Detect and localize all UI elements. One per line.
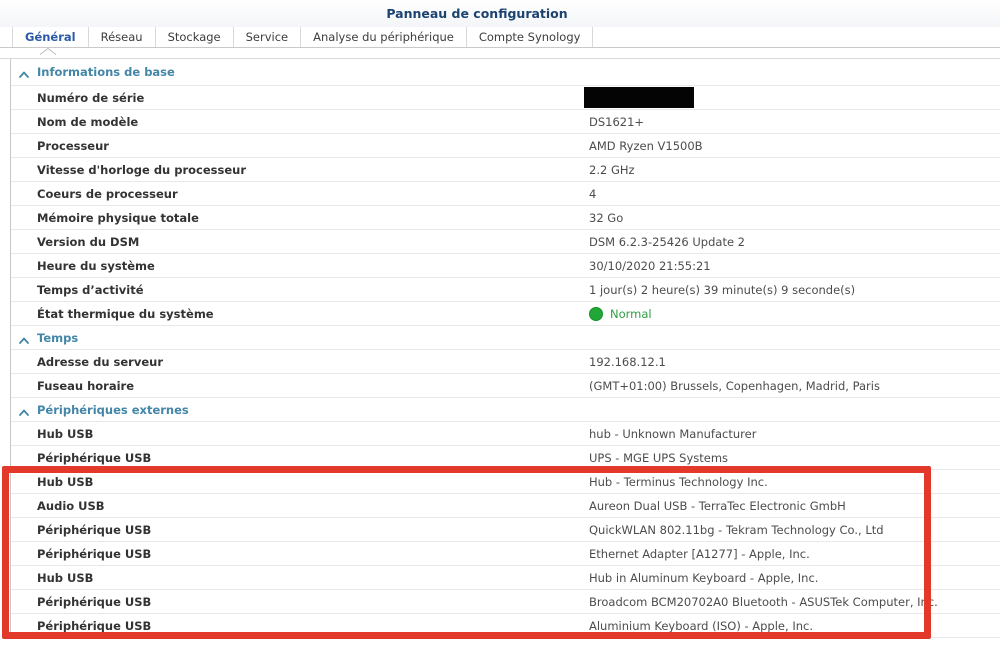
tab-service[interactable]: Service [234,27,302,47]
row-value: 192.168.12.1 [589,355,666,369]
page-title: Panneau de configuration [0,0,1000,28]
info-row: Périphérique USB UPS - MGE UPS Systems [11,446,1000,470]
info-row: Mémoire physique totale 32 Go [11,206,1000,230]
system-info-panel: Informations de base Numéro de série Nom d… [10,59,1000,638]
row-label: Mémoire physique totale [37,211,199,225]
section-title: Temps [37,331,78,345]
info-row: Hub USB Hub in Aluminum Keyboard - Apple,… [11,566,1000,590]
chevron-up-icon[interactable] [18,404,30,416]
tab-compte-synology[interactable]: Compte Synology [467,27,594,47]
row-value: Hub in Aluminum Keyboard - Apple, Inc. [589,571,818,585]
tab-analyse-du-peripherique[interactable]: Analyse du périphérique [301,27,467,47]
info-row: Hub USB hub - Unknown Manufacturer [11,422,1000,446]
info-row: Numéro de série [11,86,1000,110]
tabbar-spacer [0,48,1000,59]
chevron-up-icon[interactable] [18,332,30,344]
row-label: Numéro de série [37,91,144,105]
status-text: Normal [610,307,652,321]
row-label: Nom de modèle [37,115,138,129]
tab-stockage[interactable]: Stockage [156,27,234,47]
status-badge: Normal [589,307,652,321]
row-label: Vitesse d'horloge du processeur [37,163,246,177]
row-label: Fuseau horaire [37,379,134,393]
row-value: 4 [589,187,596,201]
row-value: hub - Unknown Manufacturer [589,427,756,441]
row-value: 32 Go [589,211,623,225]
row-value: (GMT+01:00) Brussels, Copenhagen, Madrid… [589,379,880,393]
row-label: Périphérique USB [37,547,151,561]
active-tab-notch-icon [39,48,57,55]
row-label: Version du DSM [37,235,139,249]
row-label: Heure du système [37,259,155,273]
row-label: Hub USB [37,427,93,441]
info-row: Vitesse d'horloge du processeur 2.2 GHz [11,158,1000,182]
row-value: Aureon Dual USB - TerraTec Electronic Gm… [589,499,846,513]
row-value: Ethernet Adapter [A1277] - Apple, Inc. [589,547,810,561]
row-label: Temps d’activité [37,283,144,297]
redacted-serial-number [584,87,694,108]
info-row: Version du DSM DSM 6.2.3-25426 Update 2 [11,230,1000,254]
row-value: DS1621+ [589,115,644,129]
row-label: Adresse du serveur [37,355,163,369]
row-label: Périphérique USB [37,523,151,537]
status-dot-icon [589,307,603,321]
info-row: Processeur AMD Ryzen V1500B [11,134,1000,158]
info-row: Périphérique USB Broadcom BCM20702A0 Blue… [11,590,1000,614]
info-row: Coeurs de processeur 4 [11,182,1000,206]
info-row: Nom de modèle DS1621+ [11,110,1000,134]
row-label: Périphérique USB [37,451,151,465]
row-label: Périphérique USB [37,619,151,633]
row-label: État thermique du système [37,307,214,321]
row-label: Hub USB [37,475,93,489]
row-label: Périphérique USB [37,595,151,609]
info-row: Adresse du serveur 192.168.12.1 [11,350,1000,374]
row-value: AMD Ryzen V1500B [589,139,703,153]
row-label: Processeur [37,139,109,153]
info-row: Heure du système 30/10/2020 21:55:21 [11,254,1000,278]
info-row: Audio USB Aureon Dual USB - TerraTec Elec… [11,494,1000,518]
section-title: Périphériques externes [37,403,189,417]
row-value: DSM 6.2.3-25426 Update 2 [589,235,745,249]
row-value: QuickWLAN 802.11bg - Tekram Technology C… [589,523,884,537]
chevron-up-icon[interactable] [18,66,30,78]
tab-general[interactable]: Général [12,27,89,47]
row-label: Audio USB [37,499,105,513]
section-header-peripheriques-externes: Périphériques externes [11,398,1000,422]
info-row: Périphérique USB Aluminium Keyboard (ISO)… [11,614,1000,638]
row-value: Hub - Terminus Technology Inc. [589,475,768,489]
info-row: Périphérique USB Ethernet Adapter [A1277]… [11,542,1000,566]
window-titlebar: Panneau de configuration [0,0,1000,27]
section-header-informations-de-base: Informations de base [11,59,1000,86]
tab-reseau[interactable]: Réseau [89,27,156,47]
tab-bar: GénéralRéseauStockageServiceAnalyse du p… [0,27,1000,48]
row-label: Hub USB [37,571,93,585]
row-value: 2.2 GHz [589,163,635,177]
section-title: Informations de base [37,65,175,79]
row-value: Broadcom BCM20702A0 Bluetooth - ASUSTek … [589,595,938,609]
info-row: Temps d’activité 1 jour(s) 2 heure(s) 39 … [11,278,1000,302]
row-value: Aluminium Keyboard (ISO) - Apple, Inc. [589,619,813,633]
section-header-temps: Temps [11,326,1000,350]
row-value: 1 jour(s) 2 heure(s) 39 minute(s) 9 seco… [589,283,855,297]
info-row: État thermique du système Normal [11,302,1000,326]
row-value: UPS - MGE UPS Systems [589,451,728,465]
info-row: Hub USB Hub - Terminus Technology Inc. [11,470,1000,494]
info-row: Périphérique USB QuickWLAN 802.11bg - Tek… [11,518,1000,542]
info-row: Fuseau horaire (GMT+01:00) Brussels, Cope… [11,374,1000,398]
row-value: 30/10/2020 21:55:21 [589,259,711,273]
row-label: Coeurs de processeur [37,187,178,201]
